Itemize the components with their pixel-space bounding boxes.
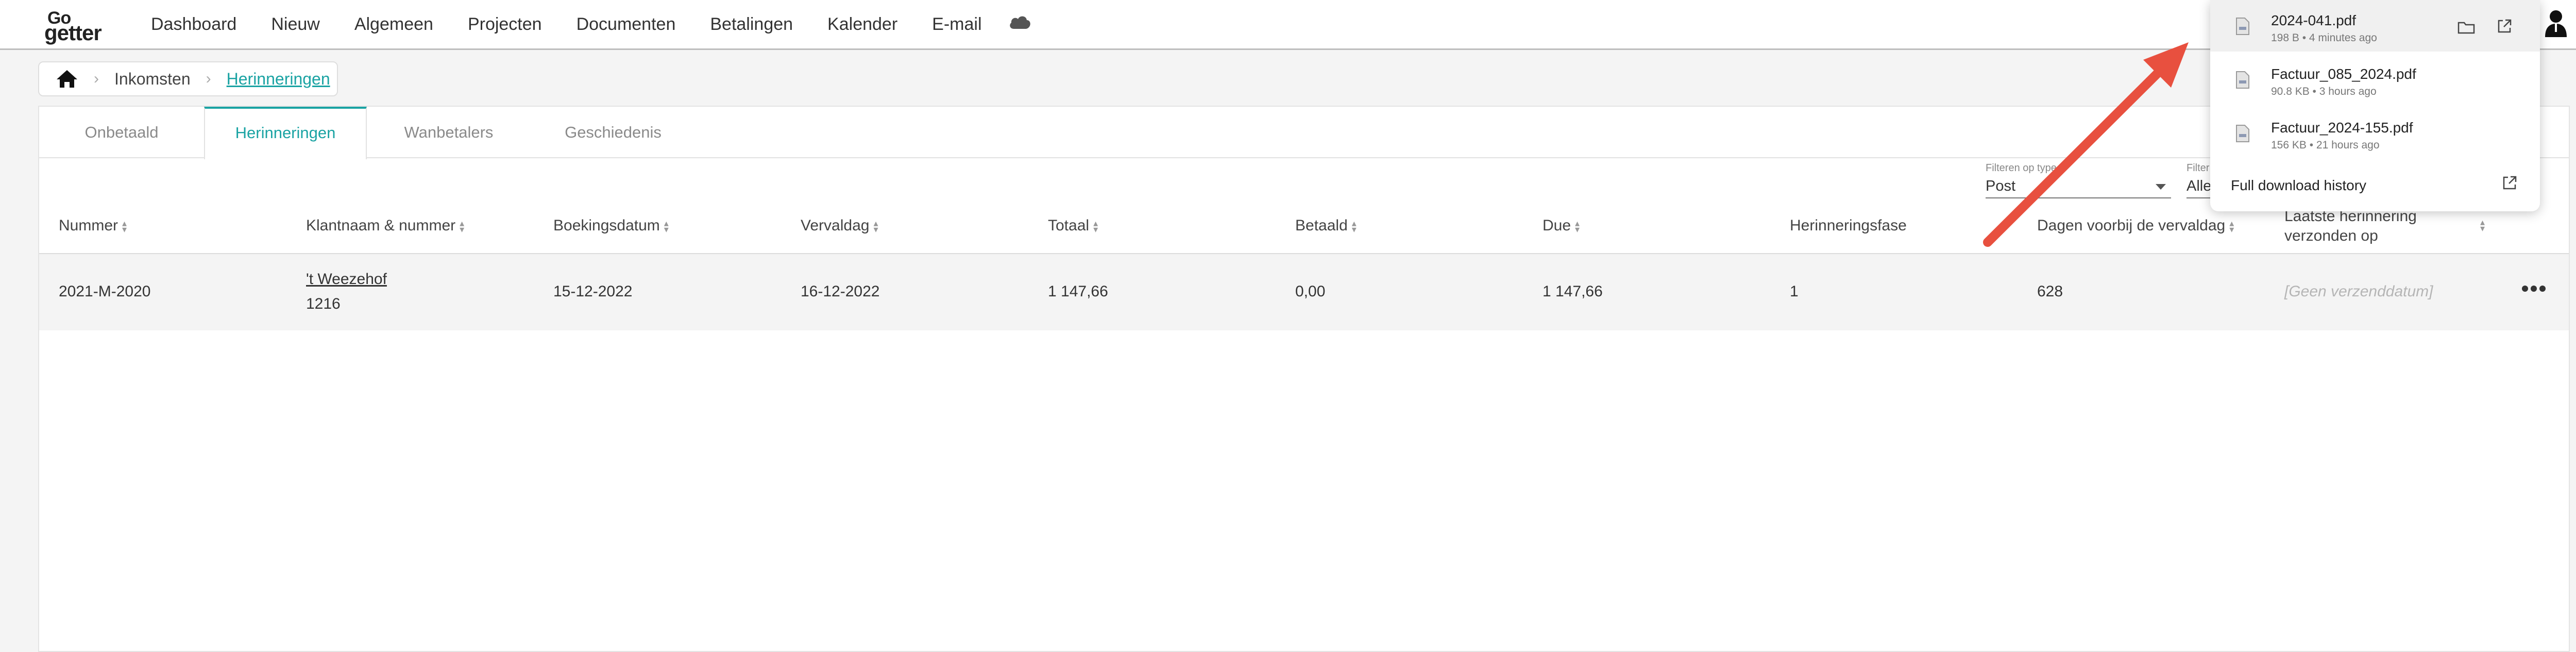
sort-icon: ▴ ▾ <box>1575 218 1580 235</box>
cell-vervaldag: 16-12-2022 <box>801 283 880 300</box>
cell-dagen: 628 <box>2037 283 2063 300</box>
reminders-panel: Onbetaald Herinneringen Wanbetalers Gesc… <box>38 106 2570 652</box>
column-label: Dagen voorbij de vervaldag <box>2037 217 2226 234</box>
chevron-right-icon: › <box>206 70 211 87</box>
column-label: Vervaldag <box>801 217 870 234</box>
tab-bar: Onbetaald Herinneringen Wanbetalers Gesc… <box>39 107 2569 159</box>
column-header-vervaldag[interactable]: Vervaldag ▴ ▾ <box>801 217 878 235</box>
user-icon[interactable] <box>2544 9 2568 38</box>
breadcrumb-herinneringen[interactable]: Herinneringen <box>227 70 330 89</box>
cloud-icon[interactable] <box>1008 12 1031 31</box>
sort-icon[interactable]: ▴ ▾ <box>2480 218 2485 233</box>
main-menu: Dashboard Nieuw Algemeen Projecten Docum… <box>151 0 1016 48</box>
cell-due: 1 147,66 <box>1543 283 1603 300</box>
download-file-name: Factuur_085_2024.pdf <box>2271 66 2416 82</box>
logo-text-bottom: getter <box>44 21 102 45</box>
chevron-right-icon: › <box>94 70 99 87</box>
cell-betaald: 0,00 <box>1295 283 1326 300</box>
file-icon <box>2236 18 2249 35</box>
file-icon <box>2236 125 2249 142</box>
home-icon[interactable] <box>56 69 78 89</box>
nav-algemeen[interactable]: Algemeen <box>354 14 433 35</box>
second-filter-label: Filter <box>2187 162 2210 174</box>
download-file-meta: 198 B • 4 minutes ago <box>2271 32 2377 44</box>
cell-boekingsdatum: 15-12-2022 <box>553 283 633 300</box>
column-label: Klantnaam & nummer <box>306 217 456 234</box>
column-header-nummer[interactable]: Nummer ▴ ▾ <box>59 217 127 235</box>
gogetter-logo[interactable]: Go getter <box>40 7 123 45</box>
downloads-panel: 2024-041.pdf 198 B • 4 minutes ago Factu… <box>2210 0 2540 211</box>
type-filter-value: Post <box>1986 178 2016 194</box>
sort-icon: ▴ ▾ <box>122 218 127 235</box>
column-label: Betaald <box>1295 217 1348 234</box>
column-label: Nummer <box>59 217 118 234</box>
table-row[interactable]: 2021-M-2020 't Weezehof 1216 15-12-2022 … <box>39 254 2569 330</box>
table-header: Nummer ▴ ▾ Klantnaam & nummer ▴ ▾ Boekingsda… <box>39 198 2569 254</box>
column-header-betaald[interactable]: Betaald ▴ ▾ <box>1295 217 1357 235</box>
cell-totaal: 1 147,66 <box>1048 283 1108 300</box>
breadcrumb: › Inkomsten › Herinneringen <box>38 61 338 96</box>
sort-icon: ▴ ▾ <box>2229 218 2234 235</box>
column-header-verzonden-op[interactable]: verzonden op <box>2284 227 2378 245</box>
top-navigation-bar: Go getter Dashboard Nieuw Algemeen Proje… <box>0 0 2576 50</box>
cell-klant-nummer: 1216 <box>306 295 341 312</box>
tab-wanbetalers[interactable]: Wanbetalers <box>367 107 531 158</box>
column-header-dagen[interactable]: Dagen voorbij de vervaldag ▴ ▾ <box>2037 217 2234 235</box>
sort-icon: ▴ ▾ <box>1093 218 1098 235</box>
nav-projecten[interactable]: Projecten <box>468 14 542 35</box>
column-header-due[interactable]: Due ▴ ▾ <box>1543 217 1580 235</box>
column-label: Boekingsdatum <box>553 217 660 234</box>
external-link-icon[interactable] <box>2502 175 2517 191</box>
cell-herinneringsfase: 1 <box>1790 283 1799 300</box>
chevron-down-icon <box>2156 184 2166 190</box>
nav-kalender[interactable]: Kalender <box>827 14 897 35</box>
sort-icon: ▴ ▾ <box>664 218 669 235</box>
type-filter-label: Filteren op type <box>1986 162 2057 174</box>
download-item[interactable]: Factuur_085_2024.pdf 90.8 KB • 3 hours a… <box>2210 54 2540 105</box>
column-label: Totaal <box>1048 217 1090 234</box>
tab-onbetaald[interactable]: Onbetaald <box>39 107 204 158</box>
tab-herinneringen[interactable]: Herinneringen <box>204 107 367 159</box>
column-header-herinneringsfase[interactable]: Herinneringsfase <box>1790 217 1907 235</box>
breadcrumb-inkomsten[interactable]: Inkomsten <box>114 70 191 89</box>
sort-icon: ▴ ▾ <box>1351 218 1357 235</box>
download-file-name: Factuur_2024-155.pdf <box>2271 120 2413 136</box>
second-filter-value: Alle <box>2187 178 2212 194</box>
column-header-klant[interactable]: Klantnaam & nummer ▴ ▾ <box>306 217 464 235</box>
nav-betalingen[interactable]: Betalingen <box>710 14 793 35</box>
folder-icon[interactable] <box>2458 21 2475 34</box>
type-filter-select[interactable]: Filteren op type Post <box>1986 158 2171 198</box>
nav-dashboard[interactable]: Dashboard <box>151 14 236 35</box>
sort-icon: ▴ ▾ <box>873 218 878 235</box>
download-file-meta: 90.8 KB • 3 hours ago <box>2271 86 2377 97</box>
cell-nummer: 2021-M-2020 <box>59 283 151 300</box>
download-item[interactable]: 2024-041.pdf 198 B • 4 minutes ago <box>2210 0 2540 52</box>
column-label: Due <box>1543 217 1571 234</box>
column-header-boekingsdatum[interactable]: Boekingsdatum ▴ ▾ <box>553 217 669 235</box>
nav-email[interactable]: E-mail <box>932 14 981 35</box>
external-link-icon[interactable] <box>2497 19 2512 34</box>
tab-geschiedenis[interactable]: Geschiedenis <box>531 107 696 158</box>
cell-klant-naam[interactable]: 't Weezehof <box>306 271 387 288</box>
cell-verzonden-op: [Geen verzenddatum] <box>2284 283 2433 300</box>
sort-icon: ▴ ▾ <box>460 218 465 235</box>
download-item[interactable]: Factuur_2024-155.pdf 156 KB • 21 hours a… <box>2210 107 2540 159</box>
nav-documenten[interactable]: Documenten <box>577 14 676 35</box>
nav-nieuw[interactable]: Nieuw <box>271 14 319 35</box>
download-file-name: 2024-041.pdf <box>2271 12 2357 28</box>
full-download-history-link[interactable]: Full download history <box>2231 177 2366 194</box>
download-file-meta: 156 KB • 21 hours ago <box>2271 139 2380 151</box>
file-icon <box>2236 71 2249 89</box>
more-options-icon[interactable] <box>2521 285 2546 292</box>
column-header-totaal[interactable]: Totaal ▴ ▾ <box>1048 217 1098 235</box>
